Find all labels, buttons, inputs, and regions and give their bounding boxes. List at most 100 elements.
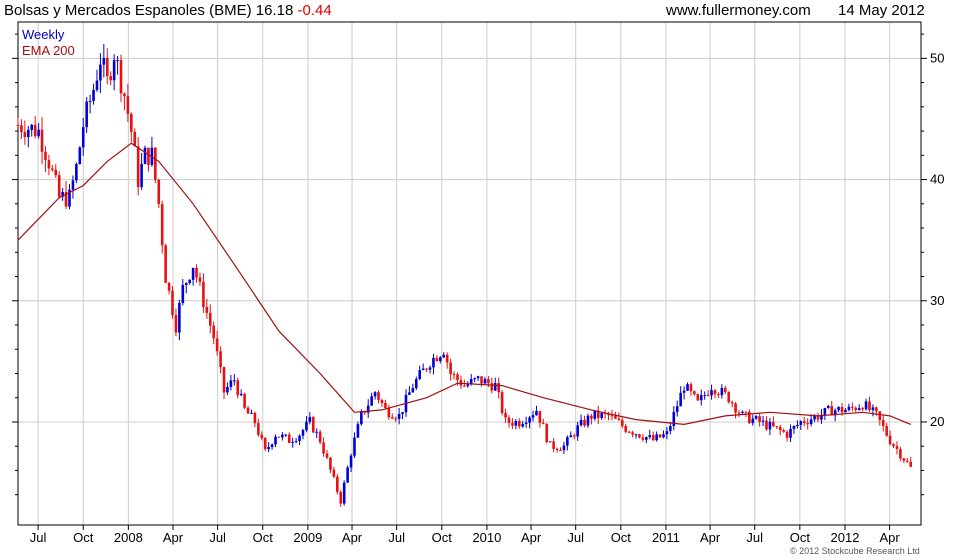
candle-body [411,388,415,393]
candle-body [785,431,789,438]
candle-body [902,458,906,461]
candle-body [418,370,422,380]
candle-body [233,380,236,382]
candle-body [178,302,181,333]
candle-body [535,411,538,416]
candle-body [174,315,178,333]
candle-body [857,408,861,410]
weekly-candles [16,43,912,507]
candle-body [826,405,830,408]
candle-body [401,412,404,415]
candle-body [270,444,274,448]
candle-body [493,383,497,391]
candle-body [346,467,349,483]
candle-body [195,267,198,278]
candle-body [775,426,779,428]
candle-body [600,413,603,418]
candle-body [356,424,360,438]
candle-body [511,422,514,426]
candle-body [336,476,339,492]
candle-body [576,425,579,437]
candle-body [442,354,446,358]
candle-body [473,378,476,380]
candle-body [737,412,741,414]
candle-body [71,180,75,190]
candle-body [682,390,686,393]
candle-body [260,434,264,439]
x-tick-label: Jul [30,530,47,545]
candle-body [768,421,772,430]
candle-body [88,100,92,102]
candle-body [449,362,452,375]
y-tick-label: 30 [930,293,944,308]
candle-body [384,402,387,409]
candle-body [95,80,99,90]
candle-body [226,386,229,393]
candle-body [665,431,669,435]
candle-body [559,449,562,451]
candle-body [675,406,679,412]
candle-body [51,168,54,170]
candle-body [421,368,425,371]
candle-body [758,416,761,422]
candle-body [370,396,373,406]
candle-body [830,405,834,416]
candle-body [215,338,219,352]
candle-body [648,435,652,438]
candle-body [679,392,682,407]
candle-body [744,411,748,413]
legend-weekly: Weekly [22,27,65,42]
candle-body [181,284,185,303]
candle-body [119,60,123,94]
candle-body [809,419,813,424]
candle-body [57,175,61,197]
x-tick-label: 2009 [293,530,322,545]
candle-body [476,376,480,379]
candle-body [191,267,195,280]
candle-body [349,455,353,468]
candle-body [528,417,531,423]
candle-body [593,410,597,419]
candle-body [102,57,106,65]
candle-body [92,89,95,101]
candle-body [548,441,552,443]
candle-body [432,357,435,368]
candle-body [425,368,428,370]
candle-body [198,277,202,282]
candle-body [689,384,693,392]
candle-body [861,408,864,410]
candle-body [154,147,157,180]
candle-body [497,383,500,393]
candle-body [761,420,765,422]
candle-body [658,434,662,438]
candle-body [243,393,246,408]
candle-body [823,407,827,415]
candle-body [837,406,840,411]
candle-body [456,374,459,381]
candle-body [380,400,384,403]
candle-body [239,393,243,396]
candle-body [799,421,803,425]
candle-body [868,401,871,411]
candle-body [840,406,844,413]
candle-body [236,380,240,396]
candle-body [325,453,329,458]
candle-body [81,127,85,148]
candle-body [33,124,37,137]
candle-body [844,409,847,413]
x-tick-label: 2010 [472,530,501,545]
candle-body [905,460,909,462]
candle-body [662,434,665,438]
candle-body [614,415,617,419]
x-tick-label: Oct [253,530,274,545]
candle-body [54,169,58,176]
y-tick-label: 40 [930,172,944,187]
candle-body [854,407,858,410]
candle-body [109,76,113,81]
candle-body [878,411,882,421]
x-tick-label: 2008 [114,530,143,545]
candle-body [562,445,566,451]
candle-body [445,354,449,363]
candle-body [37,129,40,137]
candle-body [778,426,782,431]
